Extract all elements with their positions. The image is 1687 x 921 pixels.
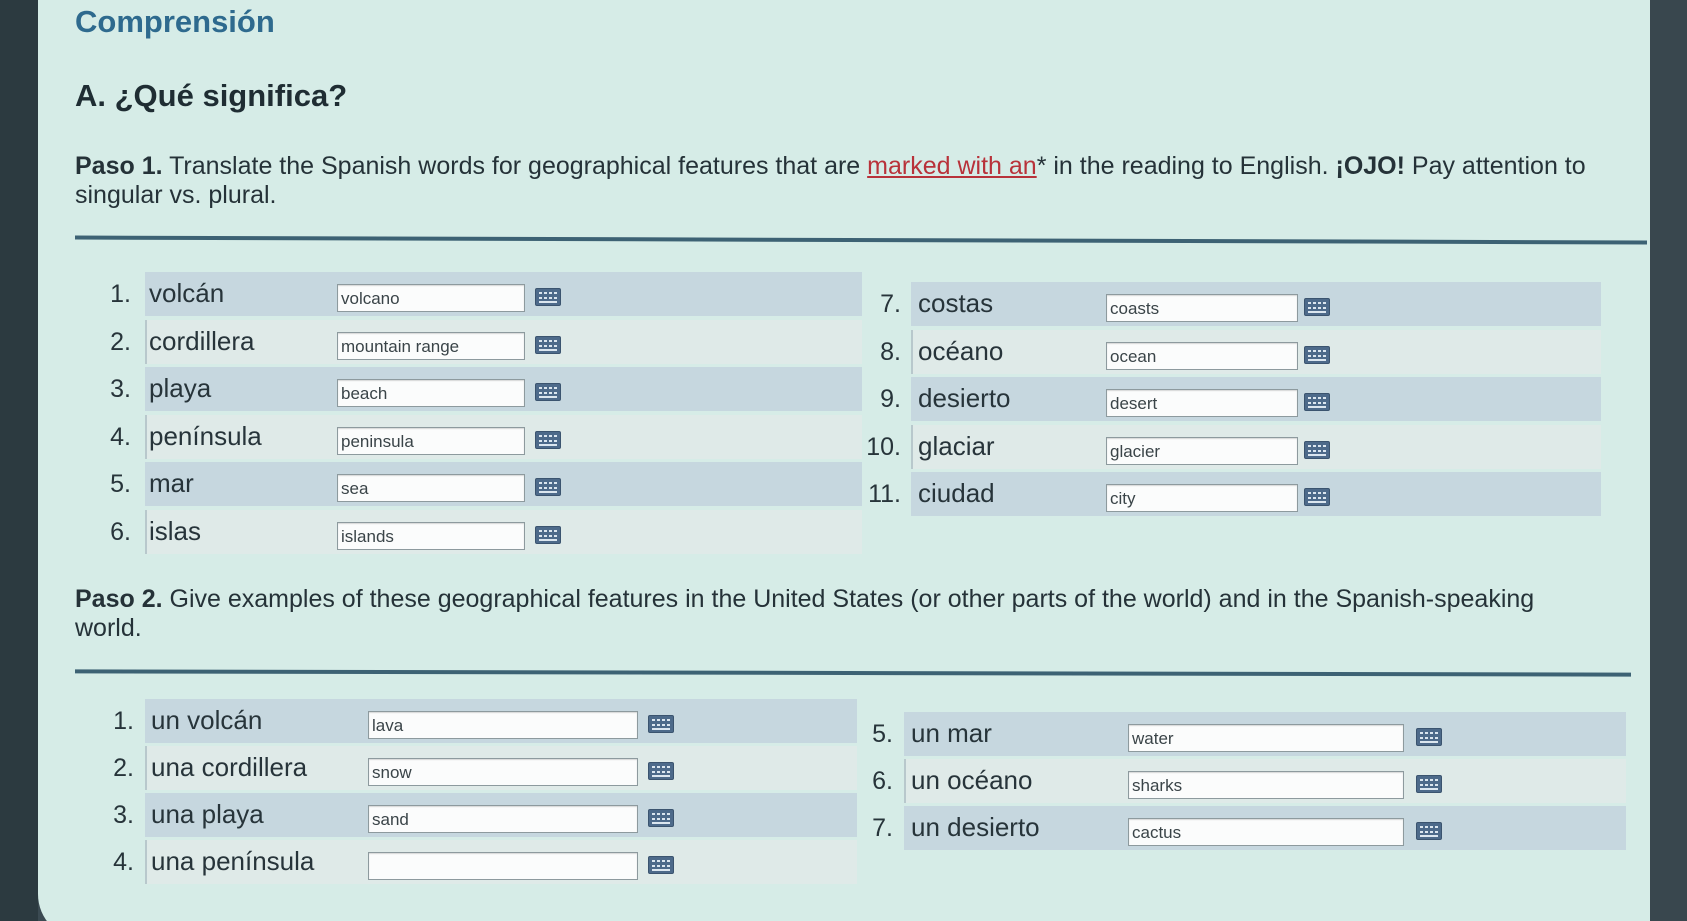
background-left <box>0 0 38 921</box>
item-number: 11. <box>868 480 901 508</box>
answer-field[interactable]: sand <box>368 805 638 833</box>
answer-field[interactable]: sea <box>337 474 525 502</box>
keyboard-icon[interactable] <box>1416 728 1442 746</box>
answer-field[interactable]: city <box>1106 484 1298 512</box>
item-number: 4. <box>113 848 134 876</box>
answer-field[interactable] <box>368 852 638 880</box>
spanish-word: glaciar <box>918 430 995 461</box>
item-number: 1. <box>110 280 131 308</box>
page-heading: Comprensión <box>75 4 275 39</box>
spanish-word: una playa <box>151 799 264 829</box>
section-title: A. ¿Qué significa? <box>75 78 348 113</box>
paso1-label: Paso 1. <box>75 152 163 180</box>
spanish-word: una cordillera <box>151 752 308 782</box>
item-number: 3. <box>110 375 131 403</box>
spanish-word: cordillera <box>149 325 255 356</box>
spanish-word: un océano <box>911 765 1033 795</box>
keyboard-icon[interactable] <box>535 335 561 354</box>
answer-field[interactable]: mountain range <box>337 331 525 360</box>
item-number: 5. <box>872 720 893 748</box>
item-number: 9. <box>880 385 901 413</box>
spanish-word: un mar <box>911 718 992 748</box>
keyboard-icon[interactable] <box>648 809 674 827</box>
answer-field[interactable]: sharks <box>1128 771 1404 799</box>
answer-field[interactable]: beach <box>337 379 525 407</box>
spanish-word: un volcán <box>151 705 263 735</box>
spanish-word: desierto <box>918 383 1011 413</box>
item-number: 2. <box>110 327 131 356</box>
keyboard-icon[interactable] <box>535 288 561 306</box>
answer-field[interactable]: islands <box>337 521 525 550</box>
ojo-label: ¡OJO! <box>1335 152 1405 180</box>
answer-field[interactable]: snow <box>368 758 638 786</box>
answer-field[interactable]: ocean <box>1106 341 1298 370</box>
paso2-instructions: Paso 2. Give examples of these geographi… <box>75 585 1575 643</box>
keyboard-icon[interactable] <box>1304 345 1330 364</box>
paso2-text: Give examples of these geographical feat… <box>75 585 1535 642</box>
item-number: 7. <box>872 814 893 842</box>
keyboard-icon[interactable] <box>648 856 674 874</box>
item-number: 1. <box>113 707 134 735</box>
spanish-word: mar <box>149 468 194 498</box>
spanish-word: península <box>149 420 262 451</box>
keyboard-icon[interactable] <box>535 430 561 449</box>
answer-field[interactable]: glacier <box>1106 436 1298 465</box>
keyboard-icon[interactable] <box>648 762 674 780</box>
spanish-word: volcán <box>149 278 225 308</box>
keyboard-icon[interactable] <box>1304 298 1330 316</box>
answer-field[interactable]: volcano <box>337 284 525 312</box>
spanish-word: islas <box>149 515 202 546</box>
keyboard-icon[interactable] <box>535 478 561 496</box>
keyboard-icon[interactable] <box>535 525 561 544</box>
marked-with-link[interactable]: marked with an <box>867 152 1037 180</box>
keyboard-icon[interactable] <box>1304 393 1330 411</box>
spanish-word: una península <box>151 846 315 876</box>
divider <box>74 235 1648 245</box>
item-number: 8. <box>880 337 901 366</box>
answer-field[interactable]: coasts <box>1106 294 1298 322</box>
item-number: 6. <box>110 517 131 546</box>
keyboard-icon[interactable] <box>648 715 674 733</box>
item-number: 10. <box>866 432 901 461</box>
item-number: 5. <box>110 470 131 498</box>
keyboard-icon[interactable] <box>1304 488 1330 506</box>
paso2-label: Paso 2. <box>75 585 163 613</box>
spanish-word: océano <box>918 335 1004 366</box>
spanish-word: playa <box>149 373 212 403</box>
item-number: 2. <box>113 754 134 782</box>
answer-field[interactable]: lava <box>368 711 638 739</box>
spanish-word: un desierto <box>911 812 1040 842</box>
paso1-text: Translate the Spanish words for geograph… <box>169 152 861 180</box>
item-number: 7. <box>880 290 901 318</box>
paso1-instructions: Paso 1. Translate the Spanish words for … <box>75 152 1595 210</box>
item-number: 3. <box>113 801 134 829</box>
answer-field[interactable]: water <box>1128 724 1404 752</box>
answer-field[interactable]: peninsula <box>337 426 525 455</box>
spanish-word: ciudad <box>918 478 995 508</box>
spanish-word: costas <box>918 288 994 318</box>
activity-card: Comprensión A. ¿Qué significa? Paso 1. T… <box>38 0 1650 921</box>
background-right <box>1650 0 1687 921</box>
item-number: 4. <box>110 422 131 451</box>
answer-field[interactable]: cactus <box>1128 818 1404 846</box>
divider <box>74 669 1632 677</box>
keyboard-icon[interactable] <box>1416 775 1442 793</box>
answer-field[interactable]: desert <box>1106 389 1298 417</box>
keyboard-icon[interactable] <box>1304 440 1330 459</box>
paso1-text-after: * in the reading to English. <box>1036 152 1329 180</box>
keyboard-icon[interactable] <box>1416 822 1442 840</box>
item-number: 6. <box>872 767 893 795</box>
keyboard-icon[interactable] <box>535 383 561 401</box>
